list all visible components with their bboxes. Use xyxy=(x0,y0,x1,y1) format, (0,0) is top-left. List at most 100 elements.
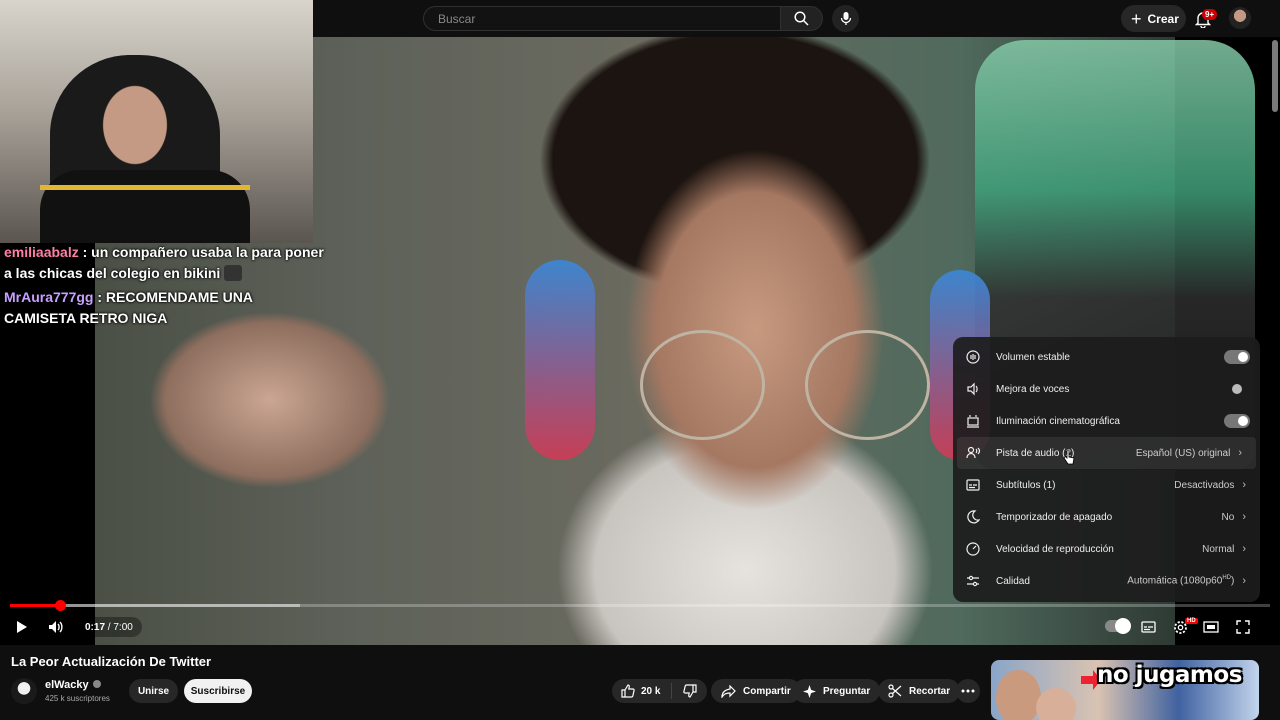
settings-audio-track[interactable]: Pista de audio (2) Español (US) original… xyxy=(957,437,1256,469)
ask-button[interactable]: Preguntar xyxy=(793,679,881,703)
glasses xyxy=(640,330,930,440)
audio-track-icon xyxy=(965,445,981,461)
quality-value: Automática (1080p60 xyxy=(1127,575,1223,587)
chevron-right-icon: › xyxy=(1238,447,1242,459)
like-button[interactable]: 20 k xyxy=(612,683,672,699)
chevron-right-icon: › xyxy=(1242,575,1246,587)
thumbnail-face xyxy=(996,670,1041,720)
chat-username: MrAura777gg xyxy=(4,289,94,305)
thumbnail-text: no jugamos xyxy=(1097,662,1242,688)
search-button[interactable] xyxy=(780,6,823,31)
settings-item-label: Iluminación cinematográfica xyxy=(996,415,1120,427)
headphone-left xyxy=(525,260,595,460)
glasses-lens-left xyxy=(640,330,765,440)
settings-item-label: Velocidad de reproducción xyxy=(996,543,1114,555)
player-settings-menu: Volumen estable Mejora de voces Iluminac… xyxy=(953,337,1260,602)
time-display: 0:17 / 7:00 xyxy=(76,617,142,637)
settings-item-label: Calidad xyxy=(996,575,1030,587)
microphone-icon xyxy=(840,12,851,25)
more-actions-button[interactable] xyxy=(956,679,980,703)
chevron-right-icon: › xyxy=(1242,511,1246,523)
thumbs-down-icon xyxy=(682,684,697,698)
fullscreen-icon xyxy=(1236,620,1250,634)
masthead: Buscar + Crear 9+ xyxy=(313,0,1280,37)
video-title: La Peor Actualización De Twitter xyxy=(11,654,212,669)
quality-sup: HD xyxy=(1222,575,1231,582)
search-input[interactable]: Buscar xyxy=(423,6,781,31)
share-button[interactable]: Compartir xyxy=(711,679,801,703)
thumbs-up-icon xyxy=(621,684,635,698)
scissors-icon xyxy=(888,684,902,698)
player-controls: 0:17 / 7:00 HD xyxy=(0,612,1280,642)
mute-button[interactable] xyxy=(45,616,67,638)
emote-icon xyxy=(224,265,243,281)
account-avatar[interactable] xyxy=(1229,7,1251,29)
sparkle-icon xyxy=(803,684,816,698)
stable-volume-icon xyxy=(965,349,981,365)
fullscreen-button[interactable] xyxy=(1232,616,1254,638)
video-player[interactable]: emiliaabalz : un compañero usaba la para… xyxy=(0,0,1280,645)
settings-subtitles[interactable]: Subtítulos (1) Desactivados › xyxy=(953,469,1260,501)
share-icon xyxy=(721,684,736,698)
settings-item-value: Español (US) original xyxy=(1135,447,1231,459)
clip-button[interactable]: Recortar xyxy=(878,679,961,703)
channel-name[interactable]: elWacky xyxy=(45,679,101,691)
time-separator: / xyxy=(105,621,114,633)
create-label: Crear xyxy=(1147,11,1179,26)
autoplay-toggle[interactable] xyxy=(1105,618,1131,634)
theater-mode-button[interactable] xyxy=(1200,616,1222,638)
more-horizontal-icon xyxy=(961,689,975,693)
progress-bar[interactable] xyxy=(10,600,1270,611)
stable-volume-toggle[interactable] xyxy=(1224,350,1250,364)
settings-item-value: No xyxy=(1221,511,1235,523)
stream-chat-overlay: emiliaabalz : un compañero usaba la para… xyxy=(4,242,324,332)
settings-item-value: Normal xyxy=(1202,543,1235,555)
settings-sleep-timer[interactable]: Temporizador de apagado No › xyxy=(953,501,1260,533)
streamer-webcam-overlay xyxy=(0,0,313,243)
dislike-button[interactable] xyxy=(672,684,707,698)
page-scrollbar[interactable] xyxy=(1272,40,1278,112)
ambient-mode-toggle[interactable] xyxy=(1224,414,1250,428)
join-button[interactable]: Unirse xyxy=(129,679,178,703)
glasses-lens-right xyxy=(805,330,930,440)
ambient-mode-icon xyxy=(965,413,981,429)
channel-name-text: elWacky xyxy=(45,679,89,691)
settings-voice-boost[interactable]: Mejora de voces xyxy=(953,373,1260,405)
volume-icon xyxy=(49,621,63,633)
chat-separator: : xyxy=(93,289,106,305)
chat-message: MrAura777gg : RECOMENDAME UNA CAMISETA R… xyxy=(4,287,324,329)
theater-mode-icon xyxy=(1203,621,1219,633)
current-time: 0:17 xyxy=(85,621,106,633)
settings-ambient-mode[interactable]: Iluminación cinematográfica xyxy=(953,405,1260,437)
share-label: Compartir xyxy=(743,685,791,697)
subtitles-button[interactable] xyxy=(1137,616,1159,638)
play-button[interactable] xyxy=(10,616,32,638)
voice-search-button[interactable] xyxy=(832,5,859,32)
subtitles-icon xyxy=(1140,621,1156,633)
progress-scrubber[interactable] xyxy=(55,600,67,611)
voice-boost-icon xyxy=(965,381,981,397)
channel-avatar[interactable] xyxy=(11,678,37,704)
clip-label: Recortar xyxy=(909,685,951,697)
settings-playback-speed[interactable]: Velocidad de reproducción Normal › xyxy=(953,533,1260,565)
chevron-right-icon: › xyxy=(1242,479,1246,491)
like-dislike-group: 20 k xyxy=(612,679,707,703)
hand-cursor-icon xyxy=(1063,449,1075,465)
subscriber-count: 425 k suscriptores xyxy=(45,694,110,703)
recommended-video-thumbnail[interactable]: no jugamos xyxy=(991,660,1259,720)
settings-stable-volume[interactable]: Volumen estable xyxy=(953,341,1260,373)
hd-badge: HD xyxy=(1185,618,1198,624)
verified-icon xyxy=(92,680,101,688)
thumbnail-face xyxy=(1036,688,1076,720)
chat-separator: : xyxy=(78,244,92,260)
plus-icon: + xyxy=(1131,8,1142,29)
voice-boost-toggle[interactable] xyxy=(1224,382,1250,396)
settings-item-label: Volumen estable xyxy=(996,351,1070,363)
subscribe-button[interactable]: Suscribirse xyxy=(184,679,252,703)
create-button[interactable]: + Crear xyxy=(1121,5,1186,32)
webcam-shirt xyxy=(40,170,250,243)
settings-item-value: Automática (1080p60HD) xyxy=(1127,575,1234,586)
settings-item-value: Desactivados xyxy=(1174,479,1235,491)
settings-quality[interactable]: Calidad Automática (1080p60HD) › xyxy=(953,565,1260,597)
chat-message: emiliaabalz : un compañero usaba la para… xyxy=(4,242,324,284)
